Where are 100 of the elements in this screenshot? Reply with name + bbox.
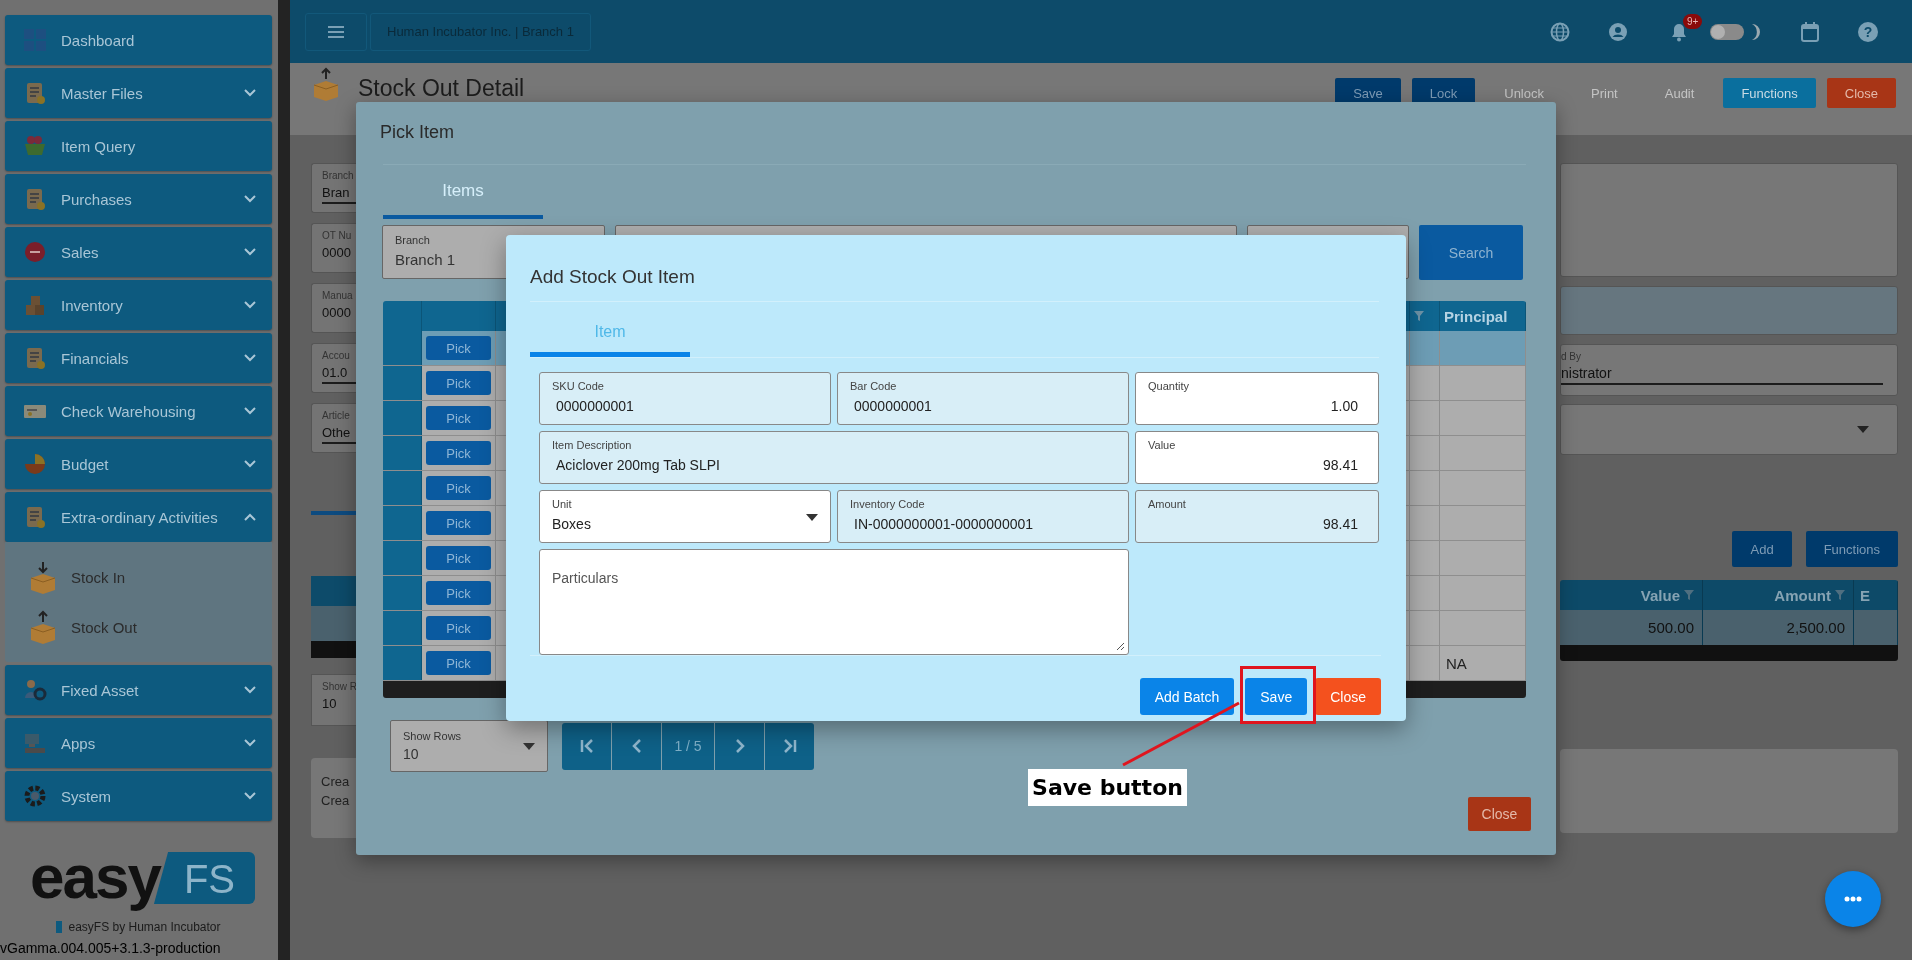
- sidebar-item[interactable]: Fixed Asset: [5, 665, 272, 715]
- previous-page-button[interactable]: [612, 722, 661, 770]
- field-value: Aciclover 200mg Tab SLPI: [555, 457, 721, 473]
- field-value: 0000000001: [853, 398, 933, 414]
- pick-button[interactable]: Pick: [426, 511, 491, 535]
- sidebar-item[interactable]: Inventory: [5, 280, 272, 330]
- text-field[interactable]: Bar Code 0000000001: [837, 372, 1129, 425]
- text-area[interactable]: Particulars: [540, 550, 1128, 654]
- row-header-cell: [383, 541, 422, 575]
- column-header[interactable]: Principal: [1444, 307, 1508, 325]
- info-text: Crea: [321, 774, 351, 789]
- toolbar-button[interactable]: Print: [1573, 78, 1636, 108]
- pick-button[interactable]: Pick: [426, 406, 491, 430]
- pick-button[interactable]: Pick: [426, 581, 491, 605]
- field-label: Item Description: [552, 439, 633, 451]
- toolbar-button[interactable]: Unlock: [1486, 78, 1562, 108]
- column-header[interactable]: Amount: [1774, 586, 1831, 604]
- text-field[interactable]: Quantity 1.00: [1135, 372, 1379, 425]
- more-button[interactable]: [1825, 871, 1881, 927]
- field-value: 0000: [322, 305, 352, 320]
- dropdown-field[interactable]: Unit Boxes: [539, 490, 831, 543]
- text-field[interactable]: Amount 98.41: [1135, 490, 1379, 543]
- field-label: SKU Code: [552, 380, 605, 392]
- field-value: 98.41: [1321, 516, 1359, 532]
- field-label: Bar Code: [850, 380, 898, 392]
- field-label: Accou: [322, 350, 351, 361]
- field-value: 0000: [322, 245, 352, 260]
- toolbar-button[interactable]: Functions: [1723, 78, 1816, 108]
- globe-icon[interactable]: [1550, 21, 1570, 42]
- text-field[interactable]: SKU Code 0000000001: [539, 372, 831, 425]
- sidebar-item[interactable]: Check Warehousing: [5, 386, 272, 436]
- filter-icon[interactable]: [1684, 590, 1694, 600]
- sidebar-item[interactable]: Sales: [5, 227, 272, 277]
- next-page-button[interactable]: [715, 722, 764, 770]
- field-label: Show R: [322, 681, 356, 692]
- action-button[interactable]: Functions: [1805, 531, 1898, 567]
- last-page-button[interactable]: [765, 722, 814, 770]
- pick-button[interactable]: Pick: [426, 616, 491, 640]
- show-rows-select[interactable]: Show R 10: [311, 674, 356, 726]
- first-page-button[interactable]: [562, 722, 611, 770]
- sidebar-item[interactable]: Financials: [5, 333, 272, 383]
- pick-button[interactable]: Pick: [426, 476, 491, 500]
- resize-grip-icon[interactable]: [1116, 642, 1124, 650]
- help-icon[interactable]: ?: [1858, 21, 1878, 42]
- text-field[interactable]: Accou 01.0: [311, 343, 356, 393]
- column-header[interactable]: Value: [1640, 586, 1680, 604]
- dialog-title: Pick Item: [380, 121, 455, 144]
- dark-mode-toggle[interactable]: [1710, 23, 1744, 40]
- column-header[interactable]: E: [1860, 586, 1870, 604]
- search-button[interactable]: Search: [1419, 225, 1523, 280]
- action-button[interactable]: Close: [1315, 678, 1381, 715]
- field-label: Quantity: [1148, 380, 1190, 392]
- sidebar-item[interactable]: Apps: [5, 718, 272, 768]
- table-cell: 500.00: [1648, 619, 1694, 636]
- menu-button[interactable]: [305, 12, 367, 51]
- action-button[interactable]: Add: [1732, 531, 1792, 567]
- filter-icon[interactable]: [1835, 590, 1845, 600]
- calendar-icon[interactable]: [1800, 21, 1820, 42]
- dropdown-field[interactable]: [1560, 404, 1898, 455]
- sidebar-item[interactable]: Budget: [5, 439, 272, 489]
- sidebar-item[interactable]: Item Query: [5, 121, 272, 171]
- text-field[interactable]: Manua 0000: [311, 283, 356, 333]
- pick-button[interactable]: Pick: [426, 441, 491, 465]
- field-value: 98.41: [1321, 457, 1359, 473]
- text-field[interactable]: OT Nu 0000: [311, 223, 356, 273]
- sidebar-item[interactable]: Dashboard: [5, 15, 272, 65]
- text-field[interactable]: Article Othe: [311, 403, 356, 453]
- sidebar-item[interactable]: System: [5, 771, 272, 821]
- sidebar-item[interactable]: Extra-ordinary Activities: [5, 492, 272, 542]
- text-field[interactable]: Item Description Aciclover 200mg Tab SLPI: [539, 431, 1129, 484]
- row-header-cell: [383, 576, 422, 610]
- user-icon[interactable]: [1608, 21, 1628, 42]
- field-label: Show Rows: [403, 730, 463, 742]
- text-field[interactable]: Inventory Code IN-0000000001-0000000001: [837, 490, 1129, 543]
- field-label: Branch: [322, 170, 355, 181]
- close-button[interactable]: Close: [1468, 797, 1531, 831]
- moon-icon: [1750, 22, 1762, 41]
- pick-button[interactable]: Pick: [426, 651, 491, 675]
- table-cell: NA: [1446, 654, 1467, 672]
- show-rows-select[interactable]: Show Rows 10: [390, 720, 548, 772]
- boxes-icon: [23, 293, 47, 317]
- text-field[interactable]: d By nistrator: [1560, 344, 1898, 396]
- toolbar-button[interactable]: Close: [1826, 78, 1896, 108]
- submenu-item[interactable]: Stock In: [29, 553, 272, 601]
- caret-icon: [1857, 426, 1869, 433]
- text-field[interactable]: Value 98.41: [1135, 431, 1379, 484]
- filter-icon[interactable]: [1414, 311, 1424, 321]
- pick-button[interactable]: Pick: [426, 371, 491, 395]
- bell-icon[interactable]: [1670, 21, 1688, 42]
- action-button[interactable]: Add Batch: [1139, 678, 1235, 715]
- submenu-item[interactable]: Stock Out: [29, 603, 272, 651]
- tab[interactable]: Items: [383, 165, 543, 219]
- pick-button[interactable]: Pick: [426, 546, 491, 570]
- pick-button[interactable]: Pick: [426, 336, 491, 360]
- toolbar-button[interactable]: Audit: [1646, 78, 1713, 108]
- page-indicator: 1 / 5: [662, 722, 714, 770]
- text-field[interactable]: Branch Bran: [311, 163, 356, 213]
- sidebar-item[interactable]: Master Files: [5, 68, 272, 118]
- sidebar-item[interactable]: Purchases: [5, 174, 272, 224]
- action-button[interactable]: Save: [1245, 678, 1308, 715]
